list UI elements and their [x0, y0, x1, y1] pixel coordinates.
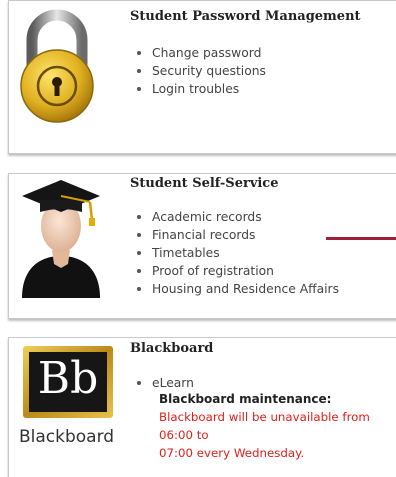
blackboard-logo-letters: Bb — [37, 353, 99, 404]
list-item[interactable]: Housing and Residence Affairs — [137, 280, 339, 298]
blackboard-title[interactable]: Blackboard — [130, 341, 213, 356]
bullet-icon — [137, 251, 141, 255]
bullet-icon — [137, 215, 141, 219]
bullet-icon — [137, 69, 141, 73]
bullet-icon — [137, 381, 141, 385]
list-item[interactable]: Change password — [137, 44, 266, 62]
graduate-avatar-icon[interactable] — [18, 176, 104, 298]
list-item[interactable]: Proof of registration — [137, 262, 339, 280]
bullet-icon — [137, 287, 141, 291]
bullet-icon — [137, 269, 141, 273]
bullet-icon — [137, 233, 141, 237]
blackboard-logo-icon[interactable]: Bb — [22, 345, 114, 419]
list-item[interactable]: Security questions — [137, 62, 266, 80]
list-item[interactable]: Login troubles — [137, 80, 266, 98]
bullet-icon — [137, 51, 141, 55]
maintenance-title: Blackboard maintenance: — [159, 392, 332, 406]
maintenance-line: 07:00 every Wednesday. — [159, 446, 305, 460]
red-accent-divider — [326, 237, 396, 240]
self-service-title[interactable]: Student Self-Service — [130, 176, 279, 191]
maintenance-notice: Blackboard will be unavailable from 06:0… — [159, 408, 396, 462]
maintenance-line: Blackboard will be unavailable from — [159, 410, 370, 424]
list-item[interactable]: Financial records — [137, 226, 339, 244]
blackboard-logo-caption: Blackboard — [19, 427, 115, 447]
padlock-icon[interactable] — [14, 8, 100, 126]
list-item[interactable]: eLearn — [137, 374, 194, 392]
list-item[interactable]: Academic records — [137, 208, 339, 226]
blackboard-list: eLearn — [137, 374, 194, 392]
self-service-list: Academic records Financial records Timet… — [137, 208, 339, 298]
password-management-title[interactable]: Student Password Management — [130, 9, 361, 24]
password-management-list: Change password Security questions Login… — [137, 44, 266, 98]
maintenance-line: 06:00 to — [159, 428, 209, 442]
list-item[interactable]: Timetables — [137, 244, 339, 262]
bullet-icon — [137, 87, 141, 91]
